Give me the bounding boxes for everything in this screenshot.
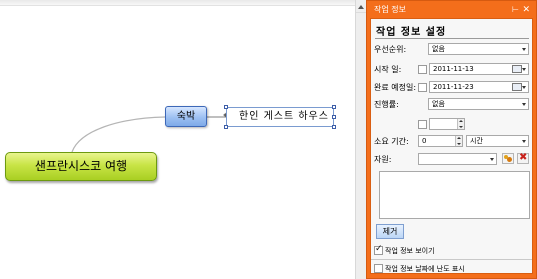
show-difficulty-checkbox[interactable] (374, 264, 383, 273)
selected-topic-label: 한인 게스트 하우스 (239, 111, 329, 122)
resource-label: 자원: (374, 155, 392, 164)
chevron-down-icon (522, 48, 526, 51)
resize-handle[interactable] (332, 115, 336, 119)
due-date-checkbox[interactable] (418, 83, 427, 92)
chevron-down-icon (522, 140, 526, 143)
resize-handle[interactable] (224, 125, 228, 129)
due-date-label: 완료 예정일: (374, 83, 417, 92)
mindmap-canvas[interactable]: 샌프란시스코 여행 숙박 ✥ 한인 게스트 하우스 (0, 0, 355, 279)
options-divider (371, 259, 532, 260)
subtopic-node[interactable]: 숙박 (165, 106, 207, 127)
people-icon (504, 155, 512, 162)
resize-handle[interactable] (332, 125, 336, 129)
start-date-checkbox[interactable] (418, 65, 427, 74)
show-task-info-checkbox[interactable] (374, 244, 383, 255)
duration-input[interactable]: 0 (418, 135, 463, 147)
resource-select[interactable] (418, 153, 497, 165)
resize-handle[interactable] (224, 105, 228, 109)
task-info-pane: 작업 정보 ⊢ ✕ 작업 정보 설정 우선순위: 없음 시작 일: 2011-1… (366, 0, 537, 279)
extra-spinner[interactable] (429, 118, 465, 130)
duration-unit: 시간 (470, 137, 483, 145)
due-date-value: 2011-11-23 (433, 83, 474, 91)
start-date-value: 2011-11-13 (433, 65, 474, 73)
chevron-down-icon (490, 158, 494, 161)
chevron-down-icon (522, 103, 526, 106)
show-difficulty-label: 작업 정보 날짜에 난도 표시 (385, 265, 465, 273)
spinner-arrows-icon[interactable] (455, 136, 462, 146)
extra-option-checkbox[interactable] (418, 120, 427, 129)
calendar-icon[interactable] (512, 65, 526, 73)
show-task-info-label: 작업 정보 보이기 (385, 247, 435, 255)
connector-root-to-child (71, 116, 166, 153)
remove-button[interactable]: 제거 (376, 224, 404, 239)
priority-value: 없음 (432, 45, 445, 53)
close-icon[interactable]: ✕ (522, 3, 530, 17)
vertical-scrollbar[interactable] (355, 0, 366, 279)
start-date-label: 시작 일: (374, 65, 402, 74)
start-date-picker[interactable]: 2011-11-13 (429, 63, 529, 75)
duration-value: 0 (422, 137, 427, 145)
duration-label: 소요 기간: (374, 137, 409, 146)
connector-lines (71, 116, 226, 153)
pane-body: 작업 정보 설정 우선순위: 없음 시작 일: 2011-11-13 완료 예정… (370, 18, 533, 274)
delete-icon: ✖ (519, 152, 528, 163)
pane-heading: 작업 정보 설정 (376, 27, 447, 38)
root-topic[interactable]: 샌프란시스코 여행 (5, 152, 157, 181)
scroll-up-arrow-icon[interactable] (356, 0, 366, 13)
delete-resource-button[interactable]: ✖ (517, 152, 529, 164)
pane-title: 작업 정보 (374, 5, 406, 14)
pane-title-bar: 작업 정보 ⊢ ✕ (370, 3, 533, 17)
spinner-arrows-icon[interactable] (457, 119, 464, 129)
priority-select[interactable]: 없음 (428, 43, 529, 55)
calendar-icon[interactable] (512, 83, 526, 91)
resource-list[interactable] (379, 171, 530, 219)
duration-unit-select[interactable]: 시간 (466, 135, 529, 147)
progress-value: 없음 (432, 100, 445, 108)
add-resource-button[interactable] (502, 153, 514, 164)
priority-label: 우선순위: (374, 45, 407, 54)
resize-handle[interactable] (332, 105, 336, 109)
pin-icon[interactable]: ⊢ (512, 3, 519, 17)
progress-label: 진행률: (374, 100, 399, 109)
progress-select[interactable]: 없음 (428, 98, 529, 110)
due-date-picker[interactable]: 2011-11-23 (429, 81, 529, 93)
heading-divider (375, 38, 529, 39)
selected-topic[interactable]: 한인 게스트 하우스 (224, 105, 336, 129)
